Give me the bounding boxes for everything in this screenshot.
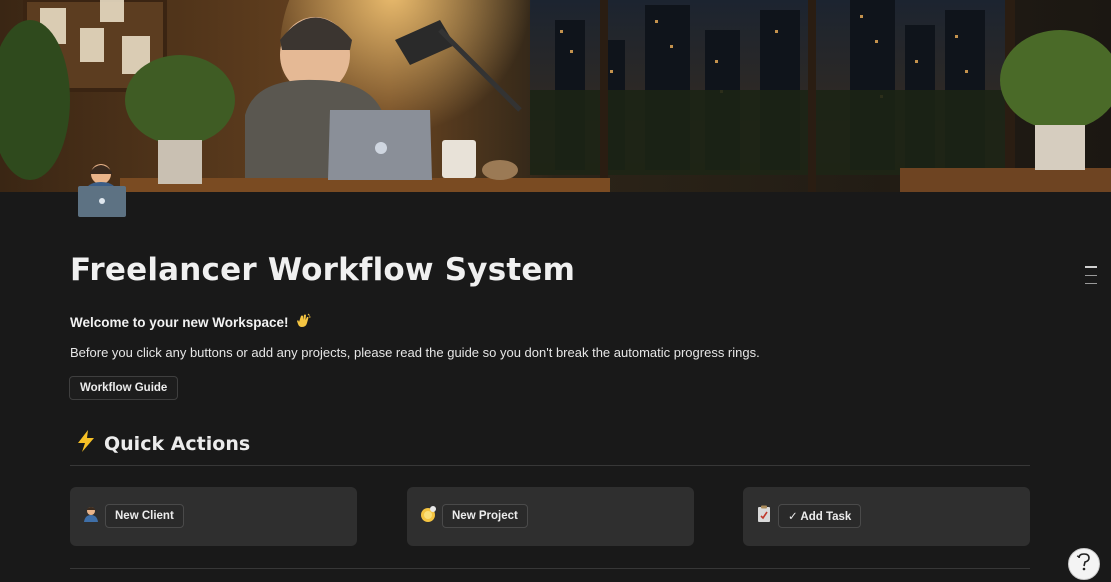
section-divider [70,465,1030,466]
quick-actions-label: Quick Actions [104,432,251,455]
page-title: Freelancer Workflow System [70,252,576,288]
quick-actions-heading: Quick Actions [76,430,250,457]
outline-line [1085,275,1097,276]
waving-hand-icon [295,313,311,332]
office-worker-icon [82,505,100,523]
intro-text: Before you click any buttons or add any … [70,345,760,360]
help-button[interactable] [1068,548,1100,580]
cover-image [0,0,1111,192]
outline-toggle[interactable] [1085,266,1099,291]
help-icon [1075,552,1093,577]
new-project-button[interactable]: New Project [442,504,528,528]
lightning-icon [76,430,96,457]
outline-line [1085,283,1097,284]
quick-action-card-new-project: New Project [407,487,694,546]
section-divider [70,568,1030,569]
quick-action-card-add-task: ✓ Add Task [743,487,1030,546]
quick-action-card-new-client: New Client [70,487,357,546]
workflow-guide-button[interactable]: Workflow Guide [69,376,179,400]
clipboard-icon [755,505,773,523]
new-badge-icon [419,505,437,523]
cover-illustration [0,0,1111,192]
welcome-label: Welcome to your new Workspace! [70,315,289,330]
welcome-text: Welcome to your new Workspace! [70,313,311,332]
person-with-laptop-icon[interactable] [76,160,128,220]
new-client-button[interactable]: New Client [105,504,184,528]
add-task-button[interactable]: ✓ Add Task [778,504,862,528]
outline-line [1085,266,1097,268]
